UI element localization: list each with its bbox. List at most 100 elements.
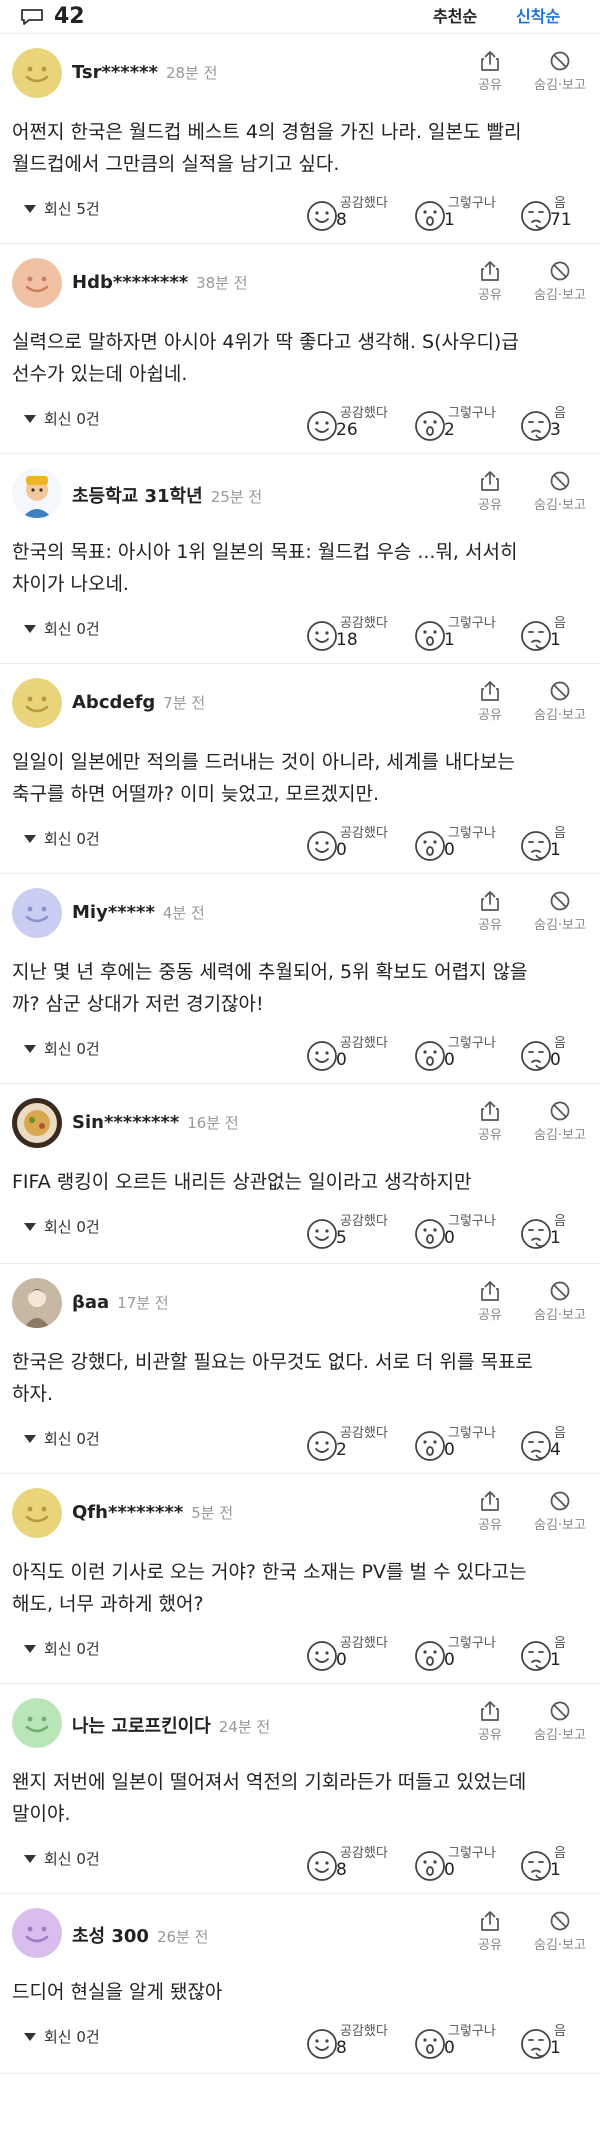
author-name[interactable]: βaa: [72, 1292, 109, 1313]
empathy-reaction-button[interactable]: 공감했다 8: [306, 2020, 406, 2064]
avatar[interactable]: [12, 48, 62, 98]
share-button[interactable]: 공유: [462, 1910, 518, 1953]
i-see-reaction-button[interactable]: 그렇구나 0: [414, 1632, 514, 1676]
avatar[interactable]: [12, 258, 62, 308]
avatar[interactable]: [12, 1908, 62, 1958]
share-button[interactable]: 공유: [462, 50, 518, 93]
hide-report-button[interactable]: 숨김·보고: [532, 680, 588, 723]
hide-report-button[interactable]: 숨김·보고: [532, 1910, 588, 1953]
i-see-count: 0: [444, 1228, 455, 1248]
sort-newest-tab[interactable]: 신착순: [516, 3, 560, 27]
i-see-reaction-button[interactable]: 그렇구나 0: [414, 1842, 514, 1886]
share-button[interactable]: 공유: [462, 470, 518, 513]
comment-count: 42: [20, 4, 85, 29]
author-name[interactable]: Tsr******: [72, 62, 158, 83]
author-name[interactable]: 초등학교 31학년: [72, 486, 203, 507]
hmm-reaction-button[interactable]: 음1: [520, 1210, 590, 1254]
hmm-reaction-button[interactable]: 음1: [520, 822, 590, 866]
comment-author[interactable]: Sin******** 16분 전: [72, 1112, 239, 1133]
i-see-count: 0: [444, 1860, 455, 1880]
i-see-reaction-button[interactable]: 그렇구나 2: [414, 402, 514, 446]
comment-author[interactable]: Miy***** 4분 전: [72, 902, 205, 923]
replies-toggle[interactable]: 회신 0건: [24, 618, 100, 639]
empathy-count: 5: [336, 1228, 347, 1248]
comment-author[interactable]: Tsr****** 28분 전: [72, 62, 217, 83]
i-see-reaction-button[interactable]: 그렇구나 0: [414, 822, 514, 866]
avatar[interactable]: [12, 1098, 62, 1148]
hmm-reaction-button[interactable]: 음4: [520, 1422, 590, 1466]
i-see-reaction-button[interactable]: 그렇구나 0: [414, 1210, 514, 1254]
hmm-reaction-button[interactable]: 음1: [520, 2020, 590, 2064]
empathy-reaction-button[interactable]: 공감했다 18: [306, 612, 406, 656]
sort-recommended-tab[interactable]: 추천순: [433, 3, 477, 27]
hide-report-button[interactable]: 숨김·보고: [532, 260, 588, 303]
comment-author[interactable]: 초성 300 26분 전: [72, 1922, 208, 1948]
i-see-reaction-button[interactable]: 그렇구나 0: [414, 2020, 514, 2064]
hmm-reaction-button[interactable]: 음 71: [520, 192, 590, 236]
i-see-reaction-button[interactable]: 그렇구나 1: [414, 192, 514, 236]
empathy-reaction-button[interactable]: 공감했다 0: [306, 1632, 406, 1676]
empathy-reaction-button[interactable]: 공감했다 0: [306, 822, 406, 866]
empathy-reaction-button[interactable]: 공감했다 26: [306, 402, 406, 446]
author-name[interactable]: Hdb********: [72, 272, 188, 293]
replies-toggle[interactable]: 회신 0건: [24, 2026, 100, 2047]
avatar[interactable]: [12, 468, 62, 518]
empathy-reaction-button[interactable]: 공감했다 8: [306, 192, 406, 236]
comment-author[interactable]: Abcdefg 7분 전: [72, 692, 205, 713]
share-button[interactable]: 공유: [462, 1700, 518, 1743]
comment-author[interactable]: Hdb******** 38분 전: [72, 272, 248, 293]
share-button[interactable]: 공유: [462, 1280, 518, 1323]
replies-toggle[interactable]: 회신 0건: [24, 1848, 100, 1869]
avatar[interactable]: [12, 1278, 62, 1328]
replies-toggle[interactable]: 회신 0건: [24, 1038, 100, 1059]
share-button[interactable]: 공유: [462, 680, 518, 723]
i-see-reaction-button[interactable]: 그렇구나 1: [414, 612, 514, 656]
empathy-reaction-button[interactable]: 공감했다 0: [306, 1032, 406, 1076]
avatar[interactable]: [12, 1488, 62, 1538]
avatar[interactable]: [12, 678, 62, 728]
i-see-reaction-button[interactable]: 그렇구나 0: [414, 1422, 514, 1466]
hide-report-button[interactable]: 숨김·보고: [532, 1280, 588, 1323]
hmm-reaction-button[interactable]: 음1: [520, 1632, 590, 1676]
share-button[interactable]: 공유: [462, 890, 518, 933]
share-button[interactable]: 공유: [462, 260, 518, 303]
replies-toggle[interactable]: 회신 0건: [24, 1638, 100, 1659]
replies-toggle[interactable]: 회신 0건: [24, 1428, 100, 1449]
empathy-reaction-button[interactable]: 공감했다 2: [306, 1422, 406, 1466]
i-see-count: 1: [444, 630, 455, 650]
replies-toggle[interactable]: 회신 0건: [24, 1216, 100, 1237]
hide-report-button[interactable]: 숨김·보고: [532, 470, 588, 513]
author-name[interactable]: Abcdefg: [72, 692, 155, 713]
avatar[interactable]: [12, 1698, 62, 1748]
replies-toggle[interactable]: 회신 0건: [24, 408, 100, 429]
empathy-reaction-button[interactable]: 공감했다 8: [306, 1842, 406, 1886]
comment-author[interactable]: βaa 17분 전: [72, 1292, 169, 1313]
hmm-reaction-button[interactable]: 음0: [520, 1032, 590, 1076]
hmm-reaction-button[interactable]: 음1: [520, 1842, 590, 1886]
hide-report-button[interactable]: 숨김·보고: [532, 1490, 588, 1533]
replies-toggle[interactable]: 회신 5건: [24, 198, 100, 219]
hmm-reaction-button[interactable]: 음3: [520, 402, 590, 446]
hmm-count: 1: [550, 1228, 561, 1248]
author-name[interactable]: Qfh********: [72, 1502, 183, 1523]
hide-report-button[interactable]: 숨김·보고: [532, 1100, 588, 1143]
comment-author[interactable]: 초등학교 31학년 25분 전: [72, 482, 262, 508]
share-label: 공유: [478, 1518, 502, 1533]
hmm-reaction-button[interactable]: 음1: [520, 612, 590, 656]
author-name[interactable]: Sin********: [72, 1112, 179, 1133]
avatar[interactable]: [12, 888, 62, 938]
author-name[interactable]: 나는 고로프킨이다: [72, 1716, 211, 1737]
author-name[interactable]: 초성 300: [72, 1926, 149, 1947]
hide-report-button[interactable]: 숨김·보고: [532, 890, 588, 933]
hide-report-button[interactable]: 숨김·보고: [532, 1700, 588, 1743]
share-button[interactable]: 공유: [462, 1100, 518, 1143]
i-see-reaction-button[interactable]: 그렇구나 0: [414, 1032, 514, 1076]
comment-item: 초등학교 31학년 25분 전 공유 숨김·보고 한국의 목표: 아시아 1위 일본의 …: [0, 454, 600, 664]
author-name[interactable]: Miy*****: [72, 902, 155, 923]
comment-author[interactable]: Qfh******** 5분 전: [72, 1502, 233, 1523]
empathy-reaction-button[interactable]: 공감했다 5: [306, 1210, 406, 1254]
share-button[interactable]: 공유: [462, 1490, 518, 1533]
replies-toggle[interactable]: 회신 0건: [24, 828, 100, 849]
hide-report-button[interactable]: 숨김·보고: [532, 50, 588, 93]
comment-author[interactable]: 나는 고로프킨이다 24분 전: [72, 1712, 270, 1738]
